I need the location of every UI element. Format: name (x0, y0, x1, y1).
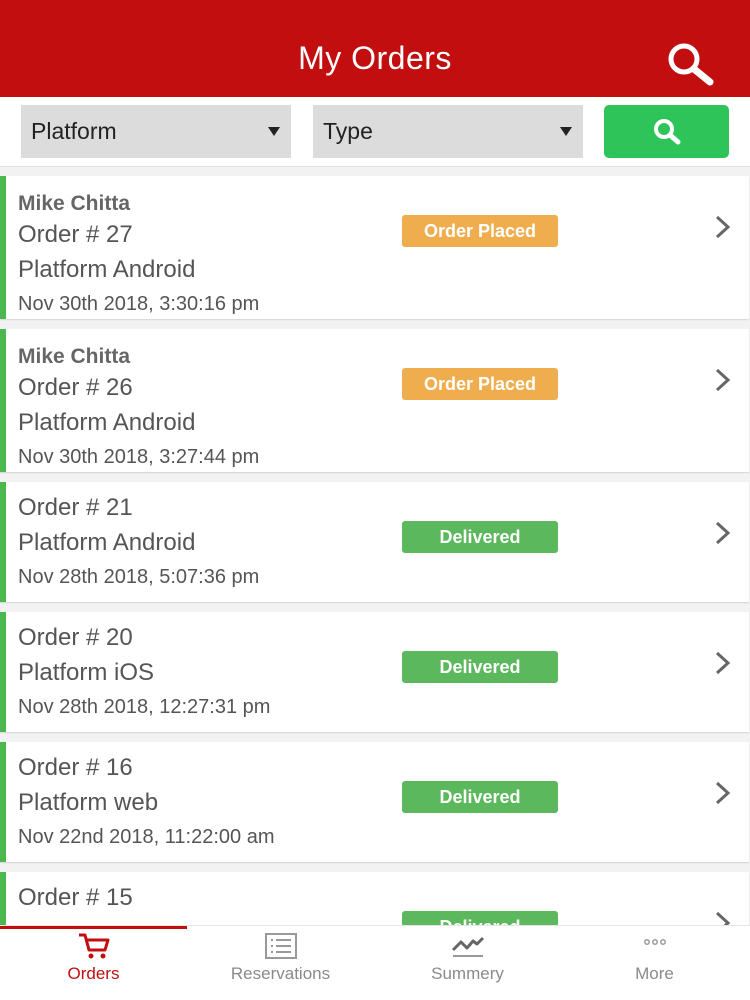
tab-label: More (635, 964, 674, 983)
order-platform: Platform Android (18, 256, 196, 283)
orders-list: Mike Chitta Order # 27 Platform Android … (0, 167, 750, 925)
trend-icon (451, 936, 485, 957)
order-platform: Platform Android (18, 529, 196, 556)
filter-search-button[interactable] (604, 105, 729, 158)
order-date: Nov 22nd 2018, 11:22:00 am (18, 826, 275, 848)
list-icon (265, 933, 297, 959)
order-number: Order # 21 (18, 494, 133, 521)
status-badge: Delivered (402, 521, 558, 553)
filter-bar: Platform Type (0, 97, 750, 167)
type-select[interactable]: Type (313, 105, 583, 158)
order-platform: Platform Android (18, 409, 196, 436)
order-date: Nov 28th 2018, 5:07:36 pm (18, 566, 260, 588)
chevron-right-icon[interactable] (712, 650, 734, 676)
tab-summery[interactable]: Summery (374, 926, 561, 1000)
order-date: Nov 28th 2018, 12:27:31 pm (18, 696, 271, 718)
order-card[interactable]: Mike Chitta Order # 26 Platform Android … (0, 329, 749, 472)
order-platform: Platform web (18, 789, 159, 816)
status-badge: Order Placed (402, 368, 558, 400)
order-platform: Platform iOS (18, 659, 155, 686)
tab-label: Orders (67, 964, 120, 983)
status-badge: Delivered (402, 781, 558, 813)
search-icon (654, 119, 681, 145)
tab-label: Summery (431, 964, 504, 983)
status-badge: Order Placed (402, 215, 558, 247)
order-number: Order # 20 (18, 624, 133, 651)
chevron-right-icon[interactable] (712, 214, 734, 240)
status-badge: Delivered (402, 651, 558, 683)
chevron-right-icon[interactable] (712, 520, 734, 546)
order-number: Order # 16 (18, 754, 133, 781)
customer-name: Mike Chitta (18, 192, 131, 215)
caret-down-icon (560, 127, 572, 136)
customer-name: Mike Chitta (18, 345, 131, 368)
order-date: Nov 30th 2018, 3:30:16 pm (18, 293, 260, 315)
page-title: My Orders (298, 40, 452, 76)
type-select-label: Type (323, 118, 373, 144)
tab-more[interactable]: More (561, 926, 748, 1000)
chevron-right-icon[interactable] (712, 367, 734, 393)
order-number: Order # 15 (18, 884, 133, 911)
bottom-tab-bar: Orders Reservations Summery More (0, 925, 750, 1000)
chevron-right-icon[interactable] (712, 780, 734, 806)
chevron-right-icon[interactable] (712, 910, 734, 925)
order-card[interactable]: Mike Chitta Order # 27 Platform Android … (0, 176, 749, 319)
order-card[interactable]: Order # 16 Platform web Nov 22nd 2018, 1… (0, 742, 749, 862)
search-icon[interactable] (664, 40, 720, 86)
order-card[interactable]: Order # 21 Platform Android Nov 28th 201… (0, 482, 749, 602)
status-badge: Delivered (402, 911, 558, 925)
platform-select[interactable]: Platform (21, 105, 291, 158)
platform-select-label: Platform (31, 118, 117, 144)
order-card[interactable]: Order # 15 Delivered (0, 872, 749, 925)
tab-orders[interactable]: Orders (0, 926, 187, 1000)
order-card[interactable]: Order # 20 Platform iOS Nov 28th 2018, 1… (0, 612, 749, 732)
caret-down-icon (268, 127, 280, 136)
tab-reservations[interactable]: Reservations (187, 926, 374, 1000)
cart-icon (79, 933, 110, 959)
order-number: Order # 26 (18, 374, 133, 401)
order-number: Order # 27 (18, 221, 133, 248)
order-date: Nov 30th 2018, 3:27:44 pm (18, 446, 260, 468)
more-icon (644, 939, 666, 945)
app-header: My Orders (0, 0, 750, 97)
tab-label: Reservations (230, 964, 331, 983)
